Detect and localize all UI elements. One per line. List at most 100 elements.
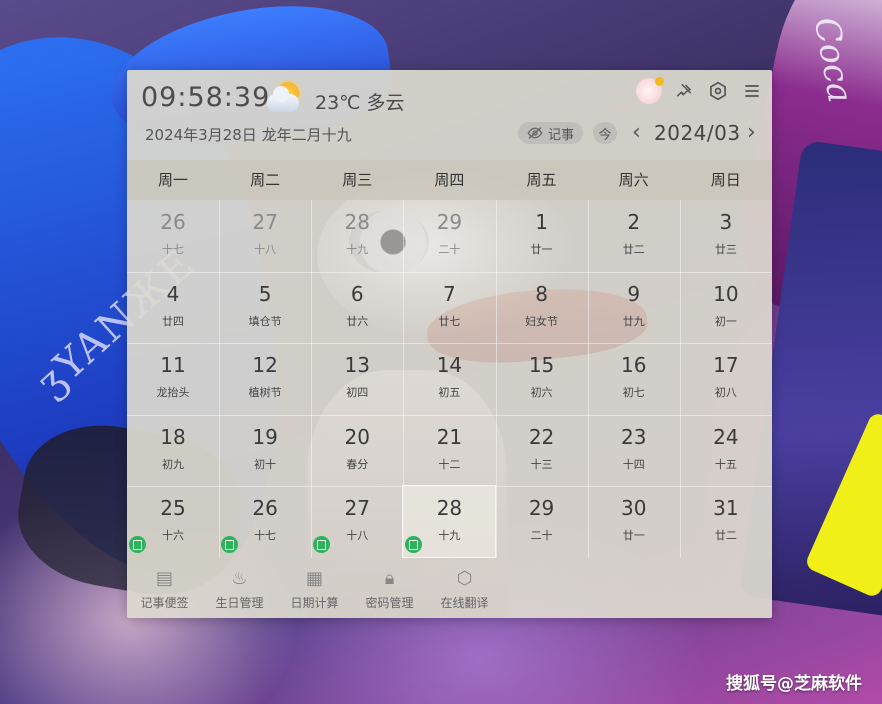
notepad-icon: ▤ (155, 568, 173, 589)
day-cell[interactable]: 30 廿一 (588, 486, 680, 557)
day-cell[interactable]: 19 初十 (219, 415, 311, 486)
day-number: 29 (528, 496, 555, 521)
day-cell[interactable]: 24 十五 (680, 415, 772, 486)
day-number: 29 (436, 210, 463, 234)
bottom-toolbar: ▤ 记事便签 ♨ 生日管理 ▦ 日期计算 🔒︎ 密码管理 ⬡ 在线翻译 (127, 560, 772, 618)
day-cell[interactable]: 10 初一 (680, 272, 772, 343)
day-cell[interactable]: 9 廿九 (588, 272, 680, 343)
day-cell[interactable]: 14 初五 (403, 343, 495, 414)
avatar[interactable] (636, 77, 664, 104)
note-badge-icon[interactable] (129, 536, 146, 554)
day-cell[interactable]: 15 初六 (496, 343, 588, 414)
day-cell[interactable]: 23 十四 (588, 415, 680, 486)
day-cell[interactable]: 1 廿一 (496, 200, 588, 271)
day-number: 22 (528, 424, 555, 449)
lunar-date: 妇女节 (525, 314, 559, 328)
day-cell[interactable]: 31 廿二 (680, 486, 772, 557)
weekday-label: 周六 (618, 171, 649, 189)
toolbar-item-label: 密码管理 (365, 596, 414, 610)
weekday-label: 周三 (342, 171, 373, 189)
menu-icon[interactable] (740, 79, 764, 103)
note-badge-icon[interactable] (313, 536, 331, 554)
toolbar-item-notepad[interactable]: ▤ 记事便签 (127, 560, 202, 618)
toolbar-item-translate[interactable]: ⬡ 在线翻译 (427, 560, 502, 618)
weekday-label: 周日 (710, 171, 741, 189)
lunar-date: 二十 (530, 529, 553, 543)
today-button[interactable]: 今 (593, 122, 617, 144)
day-number: 2 (627, 210, 641, 234)
weather-temp[interactable]: 23℃ 多云 (315, 88, 405, 115)
day-cell[interactable]: 17 初八 (680, 343, 772, 414)
day-number: 14 (436, 353, 463, 378)
lunar-date: 龙抬头 (156, 386, 190, 400)
day-cell[interactable]: 29 二十 (403, 200, 495, 271)
lunar-date: 春分 (346, 457, 369, 471)
toolbar-item-lock[interactable]: 🔒︎ 密码管理 (352, 560, 427, 618)
settings-icon[interactable] (706, 79, 730, 103)
weekday-label: 周五 (526, 171, 557, 189)
day-cell[interactable]: 20 春分 (311, 415, 403, 486)
weekday-header: 周一 周二 周三 周四 周五 周六 周日 (127, 160, 772, 200)
note-badge-icon[interactable] (405, 536, 423, 554)
day-cell[interactable]: 8 妇女节 (496, 272, 588, 343)
note-badge-icon[interactable] (221, 536, 239, 554)
day-cell[interactable]: 26 十七 (219, 486, 311, 557)
day-number: 26 (160, 210, 186, 234)
calendar-grid: 26 十七 27 十八 28 十九 29 二十 1 廿一 2 廿二 3 廿三 4 廿四 5 填仓节 6 廿六 7 廿七 8 妇… (127, 200, 772, 559)
day-number: 27 (344, 496, 370, 521)
month-label[interactable]: 2024/03 (654, 121, 741, 145)
day-cell[interactable]: 7 廿七 (403, 272, 495, 343)
lunar-date: 初五 (438, 386, 461, 400)
day-cell[interactable]: 22 十三 (496, 415, 588, 486)
lunar-date: 初八 (714, 386, 737, 400)
toolbar-item-calculator[interactable]: ▦ 日期计算 (277, 560, 352, 618)
day-cell[interactable]: 21 十二 (403, 415, 495, 486)
lunar-date: 植树节 (248, 386, 282, 400)
note-visibility-toggle[interactable]: 记事 (518, 122, 584, 144)
source-watermark: 搜狐号@芝麻软件 (726, 674, 862, 694)
day-cell[interactable]: 13 初四 (311, 343, 403, 414)
pin-icon[interactable] (672, 79, 696, 103)
day-cell[interactable]: 2 廿二 (588, 200, 680, 271)
lunar-date: 初十 (254, 457, 277, 471)
day-cell[interactable]: 4 廿四 (127, 272, 219, 343)
toolbar-item-label: 日期计算 (290, 596, 339, 610)
day-cell[interactable]: 27 十八 (219, 200, 311, 271)
day-cell[interactable]: 12 植树节 (219, 343, 311, 414)
day-number: 26 (252, 496, 278, 521)
day-number: 3 (719, 210, 733, 234)
day-cell[interactable]: 29 二十 (496, 486, 588, 557)
clock-time: 09:58:39 (141, 82, 271, 113)
day-cell[interactable]: 3 廿三 (680, 200, 772, 271)
day-number: 20 (344, 424, 370, 449)
day-number: 15 (528, 353, 555, 378)
day-cell[interactable]: 27 十八 (311, 486, 403, 557)
day-cell[interactable]: 11 龙抬头 (127, 343, 219, 414)
toolbar-item-label: 在线翻译 (440, 596, 489, 610)
next-month-button[interactable]: › (747, 120, 756, 145)
day-number: 6 (350, 281, 364, 306)
day-number: 31 (713, 496, 739, 521)
weekday-label: 周一 (158, 171, 189, 189)
toolbar-item-label: 记事便签 (140, 596, 189, 610)
day-cell[interactable]: 6 廿六 (311, 272, 403, 343)
day-number: 18 (160, 424, 186, 449)
partly-cloudy-icon[interactable] (265, 80, 303, 116)
day-cell[interactable]: 25 十六 (127, 486, 219, 557)
lunar-date: 廿三 (714, 243, 737, 256)
day-cell[interactable]: 16 初七 (588, 343, 680, 414)
weekday-label: 周二 (250, 171, 281, 189)
cake-icon: ♨ (231, 568, 248, 589)
day-cell[interactable]: 28 十九 (311, 200, 403, 271)
day-number: 13 (344, 353, 370, 378)
day-cell[interactable]: 26 十七 (127, 200, 219, 271)
toolbar-item-cake[interactable]: ♨ 生日管理 (202, 560, 277, 618)
lunar-date: 二十 (438, 243, 461, 256)
day-number: 7 (443, 281, 456, 306)
day-cell[interactable]: 5 填仓节 (219, 272, 311, 343)
day-cell-today[interactable]: 28 十九 (402, 485, 497, 559)
lunar-date: 十四 (622, 457, 645, 471)
lunar-date: 廿七 (438, 314, 461, 328)
day-cell[interactable]: 18 初九 (127, 415, 219, 486)
prev-month-button[interactable]: ‹ (632, 120, 641, 145)
